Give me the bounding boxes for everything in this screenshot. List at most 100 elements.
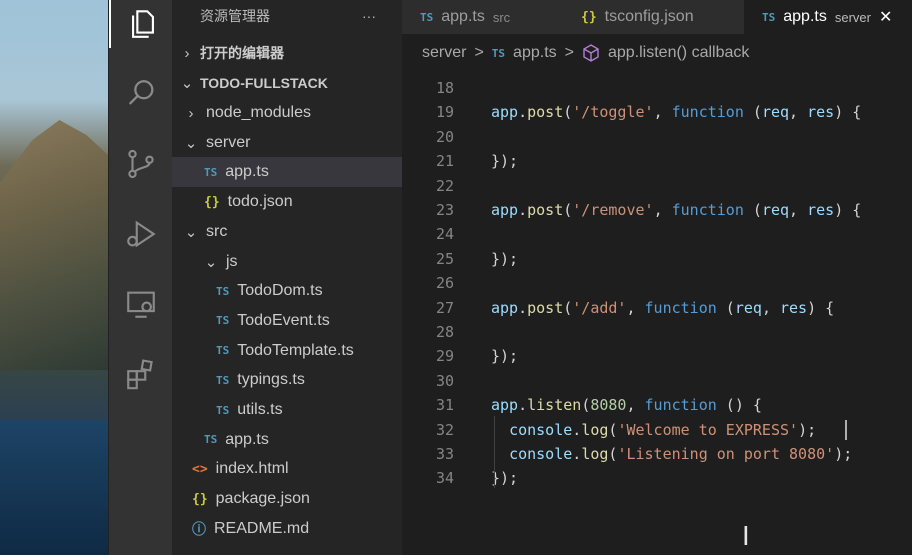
line-number: 30 xyxy=(435,371,454,390)
activity-bar xyxy=(108,0,173,555)
line-number: 34 xyxy=(435,469,454,488)
chevron-down-icon: ⌄ xyxy=(180,75,194,92)
explorer-title: 资源管理器 xyxy=(200,8,270,24)
tree-item[interactable]: <> index.html xyxy=(172,454,422,484)
line-number: 33 xyxy=(435,445,454,463)
code-line: 32 console.log('Welcome to EXPRESS'); xyxy=(402,418,912,442)
tree-item-label: README.md xyxy=(214,519,310,537)
explorer-header: 资源管理器 ··· xyxy=(172,0,402,32)
tree-item[interactable]: {} package.json xyxy=(172,484,422,514)
tree-item[interactable]: TS app.ts xyxy=(172,157,434,188)
breadcrumb-symbol[interactable]: app.listen() callback xyxy=(608,44,749,62)
code-text: app.post('/remove', function (req, res) … xyxy=(491,201,862,219)
line-number: 18 xyxy=(435,79,454,97)
tree-item[interactable]: ⌄ js xyxy=(172,247,432,277)
code-line: 33 console.log('Listening on port 8080')… xyxy=(402,442,912,466)
typescript-icon: TS xyxy=(420,10,434,24)
remote-explorer-icon[interactable] xyxy=(109,280,173,328)
typescript-icon: TS xyxy=(762,10,776,24)
search-icon[interactable] xyxy=(109,70,173,118)
source-control-icon[interactable] xyxy=(109,140,173,188)
tree-item[interactable]: › node_modules xyxy=(172,98,412,128)
tab-tsconfig-json[interactable]: {} tsconfig.json xyxy=(563,0,762,34)
tab-app-ts-src[interactable]: TS app.ts src xyxy=(402,0,581,34)
typescript-icon: TS xyxy=(216,403,230,417)
line-number: 20 xyxy=(435,127,454,146)
code-text: }); xyxy=(491,469,519,488)
typescript-icon: TS xyxy=(216,284,230,298)
tab-app-ts-server[interactable]: TS app.ts server ✕ xyxy=(744,0,912,34)
typescript-icon: TS xyxy=(204,433,218,447)
chevron-down-icon: ⌄ xyxy=(184,134,198,152)
extensions-icon[interactable] xyxy=(109,350,173,398)
typescript-icon: TS xyxy=(491,46,506,60)
tree-item-label: package.json xyxy=(215,490,310,508)
breadcrumb-folder[interactable]: server xyxy=(422,44,466,62)
project-section[interactable]: ⌄ TODO-FULLSTACK xyxy=(172,68,408,98)
tree-item[interactable]: ⌄ src xyxy=(172,217,412,247)
breadcrumb-file[interactable]: app.ts xyxy=(513,44,557,62)
code-text: console.log('Listening on port 8080'); xyxy=(509,445,853,463)
explorer-icon[interactable] xyxy=(109,0,175,48)
line-number: 31 xyxy=(435,396,454,415)
tab-description: src xyxy=(492,9,511,25)
code-line: 22 xyxy=(402,174,912,198)
line-number: 32 xyxy=(435,420,454,439)
code-text: console.log('Welcome to EXPRESS'); xyxy=(509,420,817,439)
tab-label: app.ts xyxy=(783,8,827,25)
json-icon: {} xyxy=(581,9,597,25)
tree-item-label: app.ts xyxy=(225,430,269,448)
mouse-ibeam-icon: I xyxy=(742,522,750,552)
tab-description: server xyxy=(834,9,871,25)
tree-item[interactable]: ⌄ server xyxy=(172,128,412,158)
typescript-icon: TS xyxy=(216,373,230,387)
code-line: 26 xyxy=(402,271,912,295)
breadcrumb: server > TS app.ts > app.listen() callba… xyxy=(402,38,912,68)
code-line: 20 xyxy=(402,125,912,149)
tree-item-label: app.ts xyxy=(225,163,269,181)
tab-label: app.ts xyxy=(441,8,485,25)
tree-item-label: src xyxy=(206,222,228,240)
tree-item-label: index.html xyxy=(215,460,289,478)
tree-item-label: todo.json xyxy=(227,193,293,211)
close-icon[interactable]: ✕ xyxy=(879,7,892,27)
typescript-icon: TS xyxy=(204,165,218,179)
wallpaper-water xyxy=(0,420,108,555)
more-actions-icon[interactable]: ··· xyxy=(362,8,376,24)
json-icon: {} xyxy=(192,491,208,507)
code-line: 25}); xyxy=(402,247,912,271)
html-icon: <> xyxy=(192,461,208,477)
code-line: 30 xyxy=(402,369,912,393)
tree-item[interactable]: ⓘ README.md xyxy=(172,514,422,544)
line-number: 29 xyxy=(435,347,454,366)
tree-item[interactable]: TS app.ts xyxy=(172,425,434,455)
desktop-wallpaper xyxy=(0,0,108,555)
line-number: 27 xyxy=(435,298,454,317)
open-editors-section[interactable]: › 打开的编辑器 xyxy=(172,38,408,68)
typescript-icon: TS xyxy=(216,344,230,358)
project-label: TODO-FULLSTACK xyxy=(200,75,328,91)
code-text: app.post('/add', function (req, res) { xyxy=(491,298,835,317)
code-text: app.post('/toggle', function (req, res) … xyxy=(491,103,862,122)
info-icon: ⓘ xyxy=(192,521,206,538)
line-number: 28 xyxy=(435,323,454,341)
editor-area: TS app.ts src {} tsconfig.json TS app.ts… xyxy=(402,0,912,555)
tab-label: tsconfig.json xyxy=(604,8,694,25)
tree-item-label: server xyxy=(206,133,251,151)
tree-item[interactable]: {} todo.json xyxy=(172,187,434,217)
code-line: 23 app.post('/remove', function (req, res… xyxy=(402,198,912,222)
tree-item-label: TodoEvent.ts xyxy=(237,311,330,329)
tree-item-label: utils.ts xyxy=(237,401,283,418)
explorer-sidebar: 资源管理器 ··· › 打开的编辑器 ⌄ TODO-FULLSTACK › nod… xyxy=(172,0,434,555)
open-editors-label: 打开的编辑器 xyxy=(200,45,284,61)
run-debug-icon[interactable] xyxy=(109,210,173,258)
line-number: 24 xyxy=(435,225,454,244)
method-cube-icon xyxy=(583,44,599,62)
wallpaper-mountain xyxy=(0,120,108,370)
code-line: 27 app.post('/add', function (req, res) { xyxy=(402,296,912,320)
code-line: 19 app.post('/toggle', function (req, res… xyxy=(402,100,912,124)
chevron-right-icon: › xyxy=(184,44,190,62)
tree-item-label: node_modules xyxy=(206,104,311,121)
chevron-right-icon: > xyxy=(474,44,484,61)
code-text: }); xyxy=(491,347,519,366)
